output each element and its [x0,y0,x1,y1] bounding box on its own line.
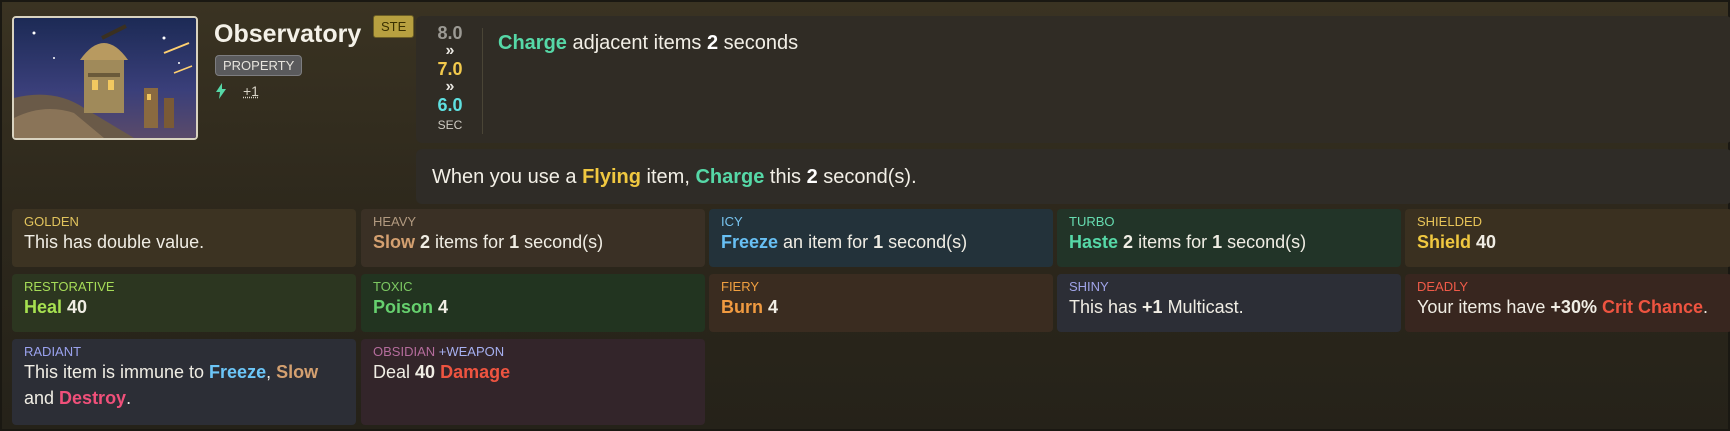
rarity-badge: STE [373,15,414,38]
ability-text-1: Charge adjacent items 2 seconds [498,32,798,55]
enchant-deadly: DEADLY Your items have +30% Crit Chance. [1405,274,1730,332]
lightning-icon [215,83,227,99]
item-tooltip: Observatory STE PROPERTY +1 8.0 » 7.0 » … [0,0,1730,431]
enchant-radiant: RADIANT This item is immune to Freeze, S… [12,339,356,425]
stat-value[interactable]: +1 [243,83,259,99]
keyword-flying: Flying [582,166,641,188]
divider [482,28,483,134]
enchant-heavy: HEAVY Slow 2 items for 1 second(s) [361,209,705,267]
keyword-charge: Charge [695,166,764,188]
item-name: Observatory [214,20,361,49]
enchant-shielded: SHIELDED Shield 40 [1405,209,1730,267]
enchant-turbo: TURBO Haste 2 items for 1 second(s) [1057,209,1401,267]
enchant-golden: GOLDEN This has double value. [12,209,356,267]
enchant-shiny: SHINY This has +1 Multicast. [1057,274,1401,332]
tag-property: PROPERTY [215,55,302,76]
cooldown-mid: 7.0 [420,60,480,78]
ability-text-2: When you use a Flying item, Charge this … [432,166,917,189]
cooldown-new: 6.0 [420,96,480,114]
item-image [12,16,198,140]
cooldown-unit: SEC [420,116,480,134]
cooldown-arrow: » [420,78,480,96]
enchant-obsidian: OBSIDIAN +WEAPON Deal 40 Damage [361,339,705,425]
cooldown-old: 8.0 [420,24,480,42]
enchant-icy: ICY Freeze an item for 1 second(s) [709,209,1053,267]
enchant-toxic: TOXIC Poison 4 [361,274,705,332]
enchant-fiery: FIERY Burn 4 [709,274,1053,332]
cooldown: 8.0 » 7.0 » 6.0 SEC [420,24,480,134]
enchant-restorative: RESTORATIVE Heal 40 [12,274,356,332]
keyword-charge: Charge [498,32,567,54]
cooldown-arrow: » [420,42,480,60]
